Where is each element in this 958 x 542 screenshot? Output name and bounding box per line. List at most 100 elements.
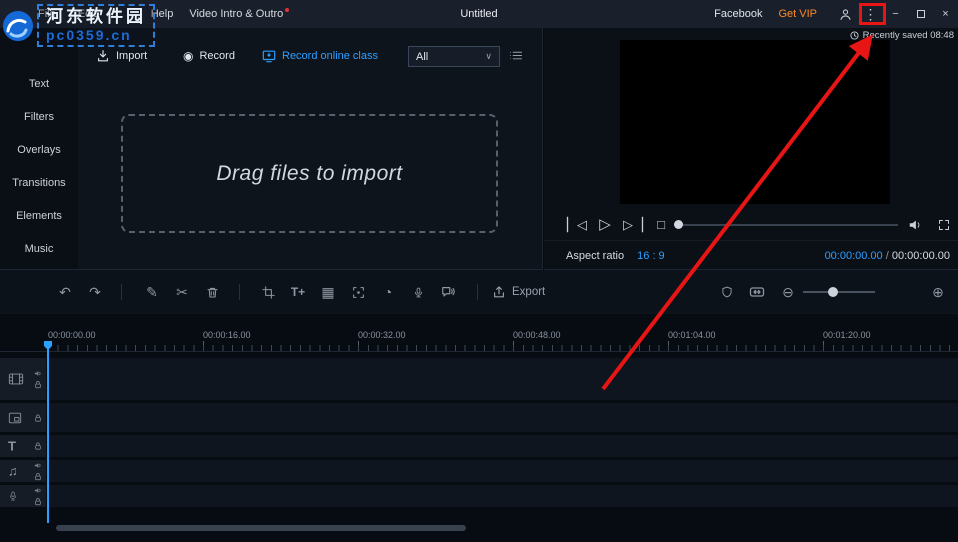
- sidebar-item-elements[interactable]: Elements: [0, 200, 78, 233]
- record-label: Record: [199, 50, 234, 62]
- timeline-zoom-handle[interactable]: [828, 287, 838, 297]
- ruler-label: 00:00:32.00: [358, 330, 406, 340]
- music-track-lane[interactable]: [47, 460, 958, 482]
- video-track-lane[interactable]: [47, 358, 958, 400]
- ruler-baseline: [0, 351, 958, 352]
- track-lock-icon[interactable]: [34, 381, 42, 389]
- track-mute-icon[interactable]: [34, 462, 42, 470]
- delete-icon[interactable]: [199, 270, 225, 314]
- video-preview[interactable]: [620, 40, 890, 204]
- account-icon[interactable]: [833, 0, 858, 28]
- text-track-icon: T: [8, 440, 16, 453]
- video-track: [0, 358, 958, 400]
- playhead[interactable]: [47, 341, 49, 523]
- text-add-icon[interactable]: T+: [285, 270, 311, 314]
- edit-clip-icon[interactable]: ✎: [139, 270, 165, 314]
- sidebar-item-transitions[interactable]: Transitions: [0, 167, 78, 200]
- duration-icon[interactable]: ◔: [375, 270, 401, 314]
- annotation-highlight-box: [859, 3, 886, 25]
- track-lock-icon[interactable]: [34, 442, 42, 450]
- seek-bar[interactable]: [678, 224, 898, 226]
- track-lock-icon[interactable]: [34, 498, 42, 506]
- track-area: T ♫: [0, 358, 958, 524]
- chevron-down-icon: ∨: [485, 51, 492, 62]
- video-track-header[interactable]: [0, 358, 46, 400]
- media-filter-dropdown[interactable]: All ∨: [408, 46, 500, 67]
- skip-back-icon[interactable]: ▏◁: [566, 210, 588, 240]
- pip-track-header[interactable]: [0, 403, 46, 432]
- record-online-class-label: Record online class: [282, 50, 378, 62]
- music-track: ♫: [0, 460, 958, 482]
- drop-zone[interactable]: Drag files to import: [121, 114, 498, 233]
- music-track-header[interactable]: ♫: [0, 460, 46, 482]
- voice-track: [0, 485, 958, 507]
- timeline-scrollbar: [0, 524, 958, 532]
- track-mute-icon[interactable]: [34, 370, 42, 378]
- get-vip-link[interactable]: Get VIP: [778, 8, 817, 20]
- list-view-icon[interactable]: [508, 48, 523, 63]
- sidebar-item-filters[interactable]: Filters: [0, 101, 78, 134]
- project-title: Untitled: [460, 0, 497, 28]
- maximize-button[interactable]: [908, 0, 933, 28]
- split-icon[interactable]: ✂: [169, 270, 195, 314]
- record-button[interactable]: ◉ Record: [183, 45, 235, 67]
- fullscreen-icon[interactable]: [933, 210, 955, 240]
- track-lock-icon[interactable]: [34, 414, 42, 422]
- import-button[interactable]: Import: [96, 45, 147, 67]
- time-total: 00:00:00.00: [892, 250, 950, 262]
- record-online-class-button[interactable]: Record online class: [262, 45, 378, 67]
- skip-forward-icon[interactable]: ▷▕: [622, 210, 644, 240]
- ruler-label: 00:01:04.00: [668, 330, 716, 340]
- seek-handle[interactable]: [674, 220, 683, 229]
- clock-icon: [850, 31, 859, 40]
- voice-track-header[interactable]: [0, 485, 46, 507]
- zoom-out-icon[interactable]: ⊖: [775, 270, 801, 314]
- menu-video-intro-outro[interactable]: Video Intro & Outro: [189, 8, 283, 20]
- sidebar-item-text[interactable]: Text: [0, 68, 78, 101]
- text-track-lane[interactable]: [47, 435, 958, 457]
- play-icon[interactable]: ▷: [594, 210, 616, 240]
- grid-icon[interactable]: ▦: [315, 270, 341, 314]
- undo-icon[interactable]: ↶: [52, 270, 78, 314]
- fit-timeline-icon[interactable]: [744, 270, 770, 314]
- maximize-icon: [917, 10, 925, 18]
- pip-track-lane[interactable]: [47, 403, 958, 432]
- track-lock-icon[interactable]: [34, 473, 42, 481]
- zoom-area-icon[interactable]: [345, 270, 371, 314]
- text-track-header[interactable]: T: [0, 435, 46, 457]
- sidebar: Text Filters Overlays Transitions Elemen…: [0, 28, 78, 269]
- stop-icon[interactable]: □: [650, 210, 672, 240]
- facebook-link[interactable]: Facebook: [714, 8, 762, 20]
- export-button[interactable]: Export: [492, 270, 545, 314]
- export-icon: [492, 285, 506, 299]
- time-display: 00:00:00.00 / 00:00:00.00: [825, 241, 950, 271]
- toolbar-divider: [121, 284, 122, 300]
- minimize-button[interactable]: −: [883, 0, 908, 28]
- media-panel: Text Filters Overlays Transitions Elemen…: [0, 28, 543, 270]
- export-label: Export: [512, 286, 545, 298]
- aspect-ratio-value[interactable]: 16 : 9: [637, 250, 665, 262]
- preview-panel: ▏◁ ▷ ▷▕ □ Aspect ratio 16 : 9 00:00:00.0…: [544, 28, 958, 270]
- voice-track-lane[interactable]: [47, 485, 958, 507]
- track-mute-icon[interactable]: [34, 487, 42, 495]
- sidebar-item-overlays[interactable]: Overlays: [0, 134, 78, 167]
- timeline-zoom-slider[interactable]: [803, 291, 875, 293]
- voice-track-icon: [8, 491, 18, 501]
- shield-icon[interactable]: [714, 270, 740, 314]
- playback-controls: ▏◁ ▷ ▷▕ □: [544, 210, 958, 240]
- volume-icon[interactable]: [904, 210, 926, 240]
- timeline-scrollbar-thumb[interactable]: [56, 525, 466, 531]
- redo-icon[interactable]: ↷: [82, 270, 108, 314]
- time-separator: /: [886, 250, 889, 262]
- text-to-speech-icon[interactable]: [435, 270, 461, 314]
- aspect-ratio-row: Aspect ratio 16 : 9 00:00:00.00 / 00:00:…: [544, 240, 958, 270]
- zoom-in-icon[interactable]: ⊕: [925, 270, 951, 314]
- sidebar-item-music[interactable]: Music: [0, 233, 78, 266]
- import-label: Import: [116, 50, 147, 62]
- close-button[interactable]: ×: [933, 0, 958, 28]
- app-window: File Edit Help Video Intro & Outro Untit…: [0, 0, 958, 542]
- voiceover-mic-icon[interactable]: [405, 270, 431, 314]
- crop-icon[interactable]: [255, 270, 281, 314]
- ruler-label: 00:00:00.00: [48, 330, 96, 340]
- music-track-icon: ♫: [8, 465, 18, 478]
